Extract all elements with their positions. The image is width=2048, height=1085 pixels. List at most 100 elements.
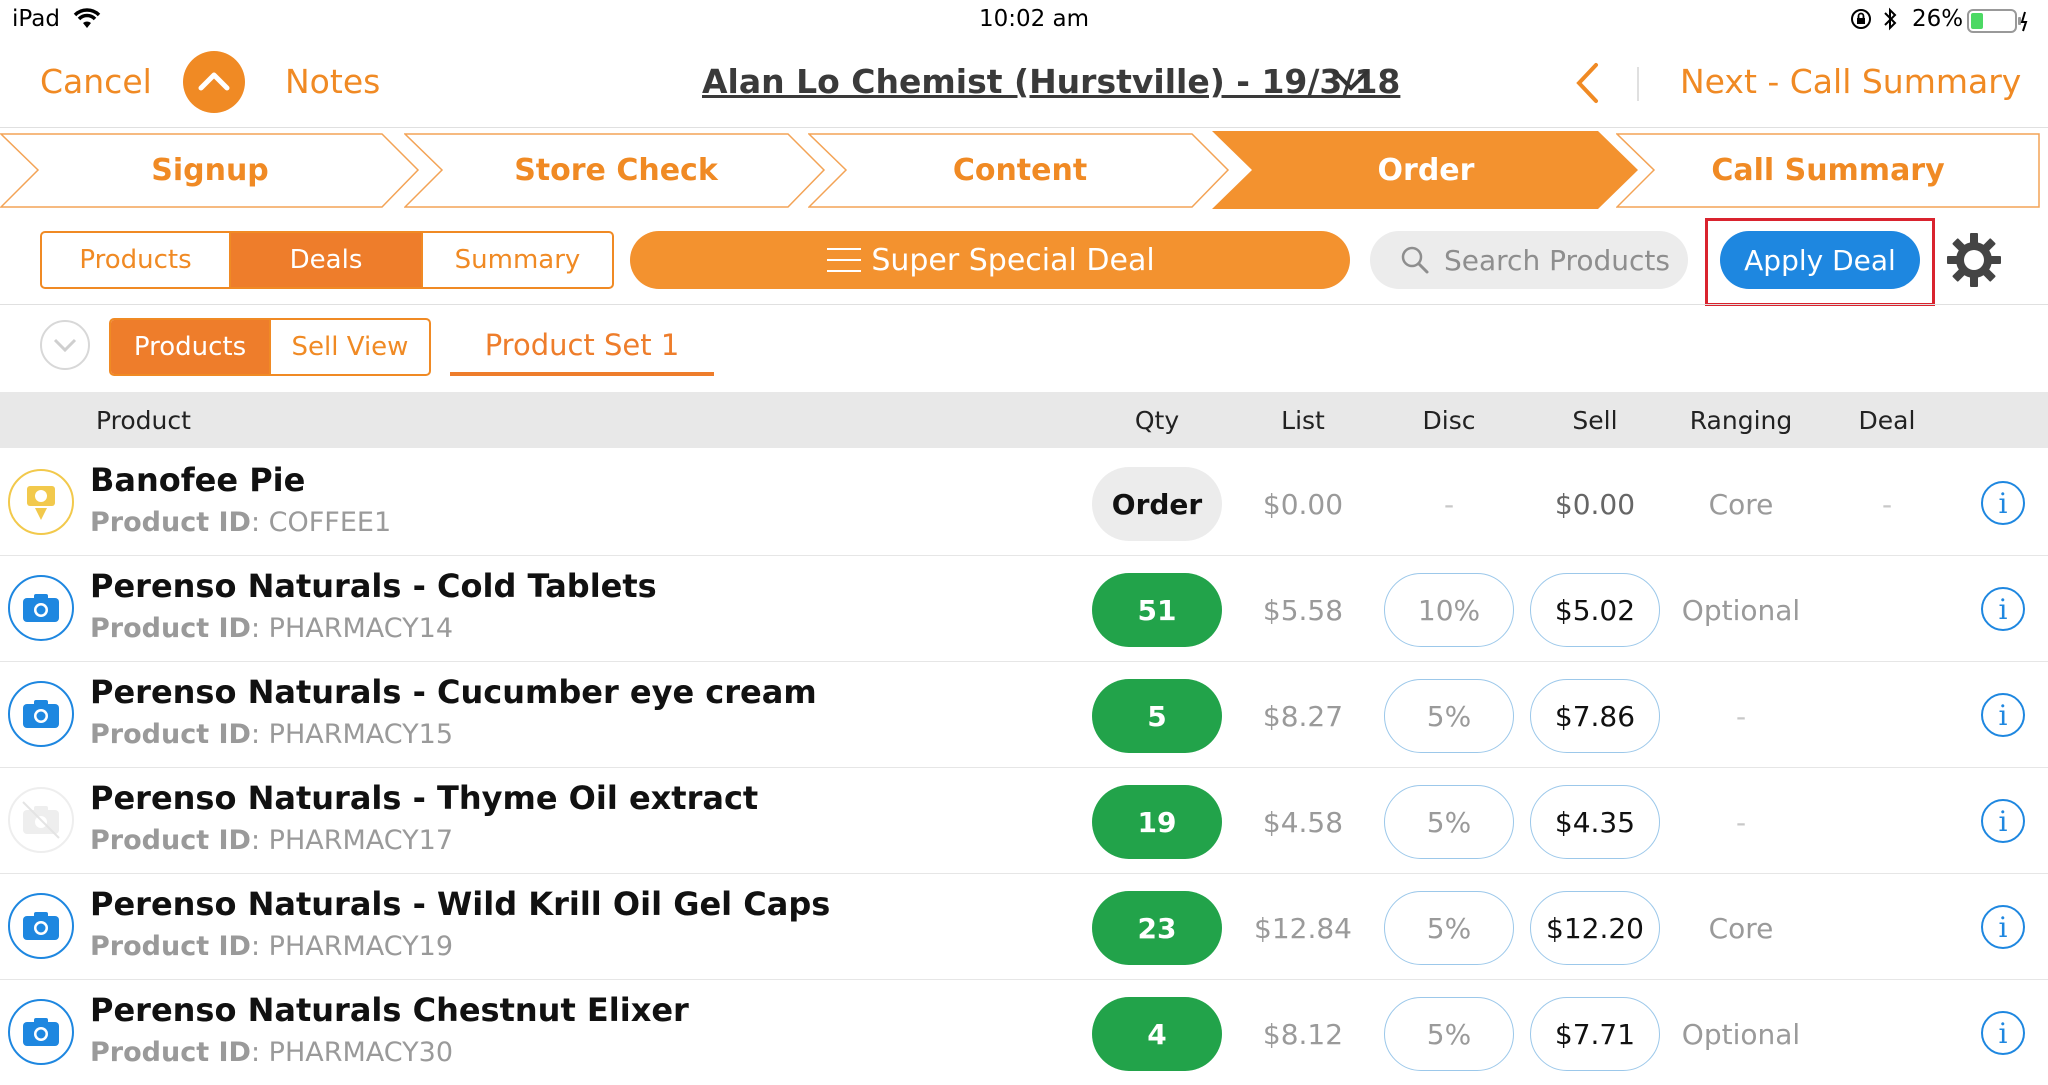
qty-button[interactable]: 51 — [1092, 573, 1222, 647]
list-price: $4.58 — [1262, 805, 1344, 839]
collapse-button[interactable] — [183, 51, 245, 113]
col-disc: Disc — [1422, 405, 1476, 435]
search-icon — [1401, 246, 1429, 274]
notes-button[interactable]: Notes — [285, 62, 380, 101]
product-name: Perenso Naturals - Thyme Oil extract — [90, 779, 759, 817]
col-product: Product — [96, 405, 191, 435]
camera-icon[interactable] — [8, 893, 74, 959]
deal-name: Super Special Deal — [871, 242, 1155, 278]
info-icon[interactable]: i — [1981, 693, 2025, 737]
info-icon[interactable]: i — [1981, 905, 2025, 949]
col-sell: Sell — [1572, 405, 1618, 435]
deal-value: - — [1881, 487, 1893, 521]
sell-price: $0.00 — [1554, 487, 1636, 521]
table-row[interactable]: Perenso Naturals - Wild Krill Oil Gel Ca… — [0, 873, 2048, 980]
view-tabs: Products Deals Summary — [40, 231, 614, 289]
toolbar-separator — [0, 304, 2048, 305]
ranging: Core — [1708, 487, 1774, 521]
disc-value: - — [1443, 487, 1455, 521]
expand-toggle[interactable] — [40, 320, 90, 370]
disc-input[interactable]: 5% — [1384, 679, 1514, 753]
ranging: - — [1735, 805, 1747, 839]
disc-input[interactable]: 5% — [1384, 997, 1514, 1071]
list-price: $5.58 — [1262, 593, 1344, 627]
step-order[interactable]: Order — [1212, 131, 1640, 209]
table-row[interactable]: Perenso Naturals - Cucumber eye cream Pr… — [0, 661, 2048, 768]
step-label: Store Check — [514, 153, 718, 188]
sell-input[interactable]: $7.86 — [1530, 679, 1660, 753]
sell-input[interactable]: $12.20 — [1530, 891, 1660, 965]
search-field[interactable]: Search Products — [1370, 231, 1688, 289]
step-label: Content — [952, 153, 1088, 188]
step-label: Order — [1377, 152, 1475, 188]
step-call-summary[interactable]: Call Summary — [1616, 133, 2040, 208]
chevron-down-icon[interactable] — [1332, 68, 1370, 96]
chevron-down-icon — [53, 338, 77, 353]
back-arrow-icon[interactable] — [1574, 62, 1600, 108]
next-call-summary-button[interactable]: Next - Call Summary — [1680, 62, 2021, 101]
disc-input[interactable]: 5% — [1384, 785, 1514, 859]
camera-icon[interactable] — [8, 575, 74, 641]
subview-tabs: Products Sell View — [109, 318, 431, 376]
info-icon[interactable]: i — [1981, 1011, 2025, 1055]
step-signup[interactable]: Signup — [0, 133, 420, 208]
product-image-placeholder-icon[interactable] — [8, 469, 74, 535]
order-button[interactable]: Order — [1092, 467, 1222, 541]
table-row[interactable]: Perenso Naturals - Cold Tablets Product … — [0, 555, 2048, 662]
deal-selector[interactable]: Super Special Deal — [630, 231, 1350, 289]
ranging: Optional — [1681, 593, 1801, 627]
ranging: Core — [1708, 911, 1774, 945]
qty-button[interactable]: 19 — [1092, 785, 1222, 859]
nav-separator — [0, 127, 2048, 128]
ranging: - — [1735, 699, 1747, 733]
qty-button[interactable]: 4 — [1092, 997, 1222, 1071]
settings-gear-icon[interactable] — [1944, 230, 2004, 294]
table-row[interactable]: Perenso Naturals - Thyme Oil extract Pro… — [0, 767, 2048, 874]
product-name: Perenso Naturals Chestnut Elixer — [90, 991, 689, 1029]
table-row[interactable]: Perenso Naturals Chestnut Elixer Product… — [0, 979, 2048, 1085]
disc-input[interactable]: 10% — [1384, 573, 1514, 647]
step-content[interactable]: Content — [808, 133, 1232, 208]
info-icon[interactable]: i — [1981, 481, 2025, 525]
subtab-products[interactable]: Products — [111, 320, 271, 374]
search-placeholder: Search Products — [1444, 243, 1670, 277]
table-row[interactable]: Banofee Pie Product ID: COFFEE1 Order $0… — [0, 449, 2048, 556]
col-qty: Qty — [1134, 405, 1180, 435]
product-name: Perenso Naturals - Cold Tablets — [90, 567, 657, 605]
ranging: Optional — [1681, 1017, 1801, 1051]
info-icon[interactable]: i — [1981, 799, 2025, 843]
product-id: Product ID: COFFEE1 — [90, 507, 392, 538]
bluetooth-icon — [1882, 6, 1898, 36]
tab-products[interactable]: Products — [42, 233, 231, 287]
apply-deal-button[interactable]: Apply Deal — [1720, 231, 1920, 289]
info-icon[interactable]: i — [1981, 587, 2025, 631]
sell-input[interactable]: $7.71 — [1530, 997, 1660, 1071]
menu-icon — [827, 248, 862, 272]
chevron-up-icon — [198, 72, 230, 91]
tab-deals[interactable]: Deals — [231, 233, 423, 287]
product-set-underline — [450, 372, 714, 376]
col-deal: Deal — [1858, 405, 1916, 435]
tab-product-set-1[interactable]: Product Set 1 — [450, 318, 714, 372]
camera-icon[interactable] — [8, 999, 74, 1065]
device-label: iPad — [12, 6, 60, 32]
qty-button[interactable]: 5 — [1092, 679, 1222, 753]
product-name: Perenso Naturals - Wild Krill Oil Gel Ca… — [90, 885, 831, 923]
tab-summary[interactable]: Summary — [423, 233, 612, 287]
list-price: $0.00 — [1262, 487, 1344, 521]
sell-input[interactable]: $4.35 — [1530, 785, 1660, 859]
product-id: Product ID: PHARMACY17 — [90, 825, 454, 856]
disc-input[interactable]: 5% — [1384, 891, 1514, 965]
sell-input[interactable]: $5.02 — [1530, 573, 1660, 647]
camera-icon[interactable] — [8, 681, 74, 747]
product-name: Perenso Naturals - Cucumber eye cream — [90, 673, 817, 711]
subtab-sell-view[interactable]: Sell View — [271, 320, 429, 374]
product-id: Product ID: PHARMACY14 — [90, 613, 454, 644]
step-label: Call Summary — [1711, 153, 1945, 188]
qty-button[interactable]: 23 — [1092, 891, 1222, 965]
no-image-icon[interactable] — [8, 787, 74, 853]
list-price: $8.27 — [1262, 699, 1344, 733]
step-store-check[interactable]: Store Check — [404, 133, 828, 208]
cancel-button[interactable]: Cancel — [40, 62, 152, 101]
store-visit-title[interactable]: Alan Lo Chemist (Hurstville) - 19/3/18 — [702, 62, 1400, 101]
